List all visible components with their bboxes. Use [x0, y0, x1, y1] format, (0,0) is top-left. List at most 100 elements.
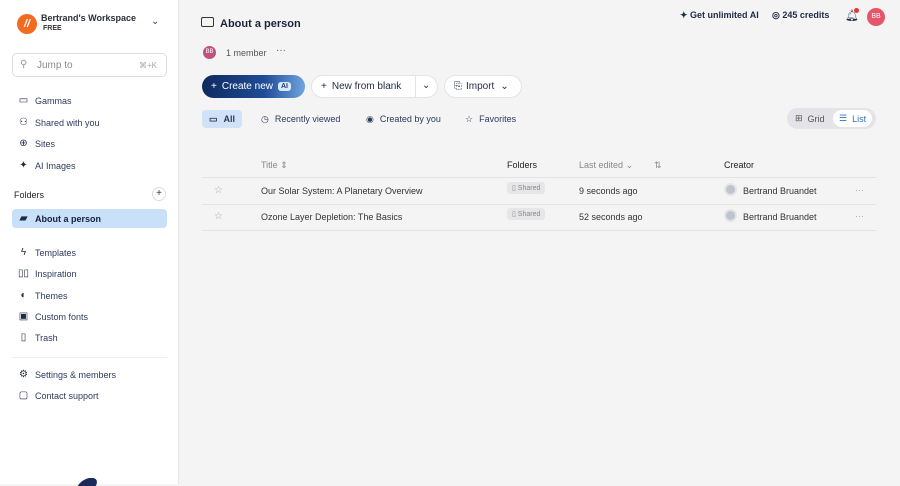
bolt-icon: ϟ — [20, 247, 27, 258]
sidebar-item-themes[interactable]: ◐ Themes — [12, 286, 167, 305]
last-edited: 9 seconds ago — [579, 186, 638, 196]
folders-heading: Folders — [14, 190, 45, 200]
plus-icon: + — [321, 81, 327, 92]
creator-name: Bertrand Bruandet — [743, 186, 817, 196]
label: Inspiration — [35, 268, 77, 279]
label: Title — [261, 160, 278, 170]
trash-icon: ▯ — [20, 332, 27, 343]
search-icon: ⚲ — [20, 59, 28, 70]
get-unlimited-ai-button[interactable]: ✦ Get unlimited AI — [680, 10, 759, 21]
column-folders: Folders — [507, 160, 538, 170]
clock-icon: ◷ — [261, 113, 269, 124]
label: All — [223, 114, 236, 124]
notification-dot — [854, 8, 859, 13]
workspace-logo: // — [17, 14, 37, 34]
brand-mark — [77, 478, 101, 486]
folder-badge: ▯ Shared — [507, 182, 546, 194]
sidebar-item-trash[interactable]: ▯ Trash — [12, 328, 167, 347]
cards-icon: ▭ — [18, 95, 29, 106]
label: Themes — [35, 290, 68, 301]
page-title: About a person — [220, 18, 301, 30]
column-creator: Creator — [724, 160, 755, 170]
label: Create new — [221, 81, 273, 92]
users-icon: ⚇ — [19, 117, 28, 128]
sort-direction-icon[interactable]: ⇅ — [654, 160, 662, 171]
star-icon[interactable]: ☆ — [214, 211, 223, 222]
label: Favorites — [479, 114, 517, 124]
sidebar-item-templates[interactable]: ϟ Templates — [12, 243, 167, 262]
label: Contact support — [35, 390, 99, 401]
column-title[interactable]: Title ⇕ — [261, 160, 288, 171]
folder-open-icon: ▰ — [19, 213, 28, 224]
label: Gammas — [35, 95, 72, 106]
view-toggle: ⊞ Grid ☰ List — [787, 108, 876, 129]
cards-icon: ▭ — [209, 113, 218, 124]
label: Settings & members — [35, 369, 117, 380]
member-count[interactable]: 1 member — [226, 48, 267, 58]
label: Sites — [35, 138, 56, 149]
chevron-down-icon: ⌄ — [625, 160, 634, 170]
import-button[interactable]: ⎘ Import ⌄ — [444, 75, 522, 98]
column-last-edited[interactable]: Last edited ⌄ — [579, 160, 633, 171]
sidebar-item-ai-images[interactable]: ✦ AI Images — [12, 156, 167, 175]
creator-avatar — [724, 209, 737, 222]
plan-badge: FREE — [43, 25, 62, 32]
search-input[interactable]: ⚲ Jump to ⌘+K — [12, 53, 167, 77]
workspace-name[interactable]: Bertrand's Workspace — [41, 13, 136, 23]
new-from-blank-button[interactable]: + New from blank ⌄ — [311, 75, 438, 98]
tab-favorites[interactable]: ☆ Favorites — [458, 110, 523, 128]
more-options-icon[interactable]: ··· — [855, 211, 864, 221]
user-circle-icon: ◉ — [366, 113, 374, 124]
star-icon: ☆ — [465, 113, 474, 124]
sidebar-item-inspiration[interactable]: ▯▯ Inspiration — [12, 264, 167, 283]
tab-created-by-you[interactable]: ◉ Created by you — [359, 110, 448, 128]
credits-button[interactable]: ◎ 245 credits — [772, 10, 829, 21]
create-new-button[interactable]: + Create new AI — [202, 75, 305, 98]
label: Templates — [35, 247, 77, 258]
divider — [202, 230, 876, 231]
label: Created by you — [379, 114, 441, 124]
tab-all[interactable]: ▭ All — [202, 110, 243, 128]
sidebar-item-sites[interactable]: ⊕ Sites — [12, 134, 167, 153]
label: Shared with you — [35, 117, 100, 128]
label: About a person — [35, 213, 102, 224]
member-avatar[interactable]: BB — [203, 46, 216, 59]
list-view-button[interactable]: ☰ List — [833, 110, 873, 127]
creator-avatar — [724, 183, 737, 196]
folder-item-about-a-person[interactable]: ▰ About a person — [12, 209, 167, 228]
sparkle-icon: ✦ — [19, 160, 28, 171]
sidebar-item-support[interactable]: ▢ Contact support — [12, 386, 167, 405]
chat-icon: ▢ — [18, 390, 29, 401]
grid-icon: ⊞ — [795, 113, 803, 123]
tab-recently-viewed[interactable]: ◷ Recently viewed — [254, 110, 347, 128]
user-avatar[interactable]: BB — [867, 8, 885, 26]
label: Recently viewed — [274, 114, 341, 124]
book-icon: ▯▯ — [17, 268, 29, 279]
table-row[interactable]: ☆ Ozone Layer Depletion: The Basics ▯ Sh… — [202, 205, 876, 230]
chevron-down-icon[interactable]: ⌄ — [151, 16, 159, 27]
creator-name: Bertrand Bruandet — [743, 212, 817, 222]
doc-title[interactable]: Ozone Layer Depletion: The Basics — [261, 212, 402, 222]
more-options-icon[interactable]: ··· — [276, 45, 286, 56]
add-folder-button[interactable]: + — [152, 187, 166, 201]
divider — [12, 357, 167, 358]
sidebar-item-settings[interactable]: ⚙ Settings & members — [12, 365, 167, 384]
sidebar-item-shared[interactable]: ⚇ Shared with you — [12, 113, 167, 132]
font-icon: ▣ — [18, 311, 29, 322]
more-options-icon[interactable]: ··· — [855, 185, 864, 195]
sidebar-item-custom-fonts[interactable]: ▣ Custom fonts — [12, 307, 167, 326]
divider — [415, 76, 416, 97]
settings-icon: ⚙ — [19, 369, 28, 380]
doc-title[interactable]: Our Solar System: A Planetary Overview — [261, 186, 423, 196]
grid-view-button[interactable]: ⊞ Grid — [789, 110, 831, 127]
sort-icon: ⇕ — [280, 160, 288, 170]
table-row[interactable]: ☆ Our Solar System: A Planetary Overview… — [202, 178, 876, 204]
chevron-down-icon[interactable]: ⌄ — [422, 80, 430, 91]
label: List — [852, 113, 867, 124]
sidebar-item-gammas[interactable]: ▭ Gammas — [12, 91, 167, 110]
plus-icon: + — [211, 81, 217, 92]
sidebar: // Bertrand's Workspace FREE ⌄ ⚲ Jump to… — [0, 0, 179, 486]
star-icon[interactable]: ☆ — [214, 185, 223, 196]
search-shortcut: ⌘+K — [138, 61, 157, 70]
search-placeholder: Jump to — [37, 60, 73, 71]
